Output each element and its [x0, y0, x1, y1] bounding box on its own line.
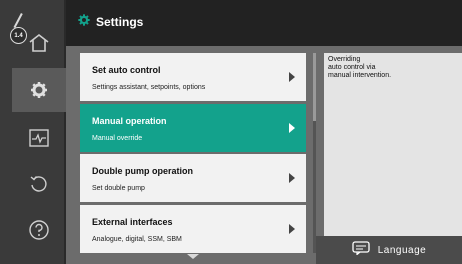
sidebar-help-button[interactable] [12, 208, 66, 252]
menu-item-title: Double pump operation [92, 166, 193, 176]
menu-item-subtitle: Manual override [92, 135, 143, 142]
sidebar-diagnostics-button[interactable] [12, 116, 66, 160]
menu-item-title: Manual operation [92, 116, 167, 126]
gear-icon [30, 81, 48, 99]
header-bar: Settings [66, 0, 462, 46]
language-button[interactable]: Language [316, 236, 462, 264]
gear-icon [78, 13, 90, 31]
language-label: Language [377, 244, 427, 256]
menu-item-subtitle: Analogue, digital, SSM, SBM [92, 236, 182, 243]
chat-icon [352, 240, 370, 260]
scrollbar-thumb[interactable] [313, 53, 316, 121]
menu-item-subtitle: Set double pump [92, 185, 145, 192]
menu-level-badge: 1.4 [10, 27, 27, 44]
undo-icon [29, 174, 49, 194]
menu-item-subtitle: Settings assistant, setpoints, options [92, 84, 206, 91]
chevron-right-icon [289, 123, 295, 133]
menu-item-set-auto-control[interactable]: Set auto control Settings assistant, set… [80, 53, 306, 101]
chevron-right-icon [289, 173, 295, 183]
info-panel: Overriding auto control via manual inter… [324, 53, 462, 264]
menu-item-title: Set auto control [92, 65, 161, 75]
chevron-right-icon [289, 72, 295, 82]
main-content: Set auto control Settings assistant, set… [66, 46, 462, 264]
scroll-down-indicator [187, 254, 199, 259]
menu-item-external-interfaces[interactable]: External interfaces Analogue, digital, S… [80, 205, 306, 253]
menu-item-title: External interfaces [92, 217, 173, 227]
menu-item-double-pump-operation[interactable]: Double pump operation Set double pump [80, 154, 306, 202]
info-text: Overriding auto control via manual inter… [328, 56, 392, 79]
home-icon [28, 33, 50, 53]
sidebar-restore-button[interactable] [12, 162, 66, 206]
chevron-right-icon [289, 224, 295, 234]
page-title: Settings [96, 15, 144, 29]
help-icon [28, 219, 50, 241]
pulse-monitor-icon [29, 129, 49, 147]
menu-item-manual-operation[interactable]: Manual operation Manual override [80, 104, 306, 152]
sidebar-settings-button[interactable] [12, 68, 66, 112]
